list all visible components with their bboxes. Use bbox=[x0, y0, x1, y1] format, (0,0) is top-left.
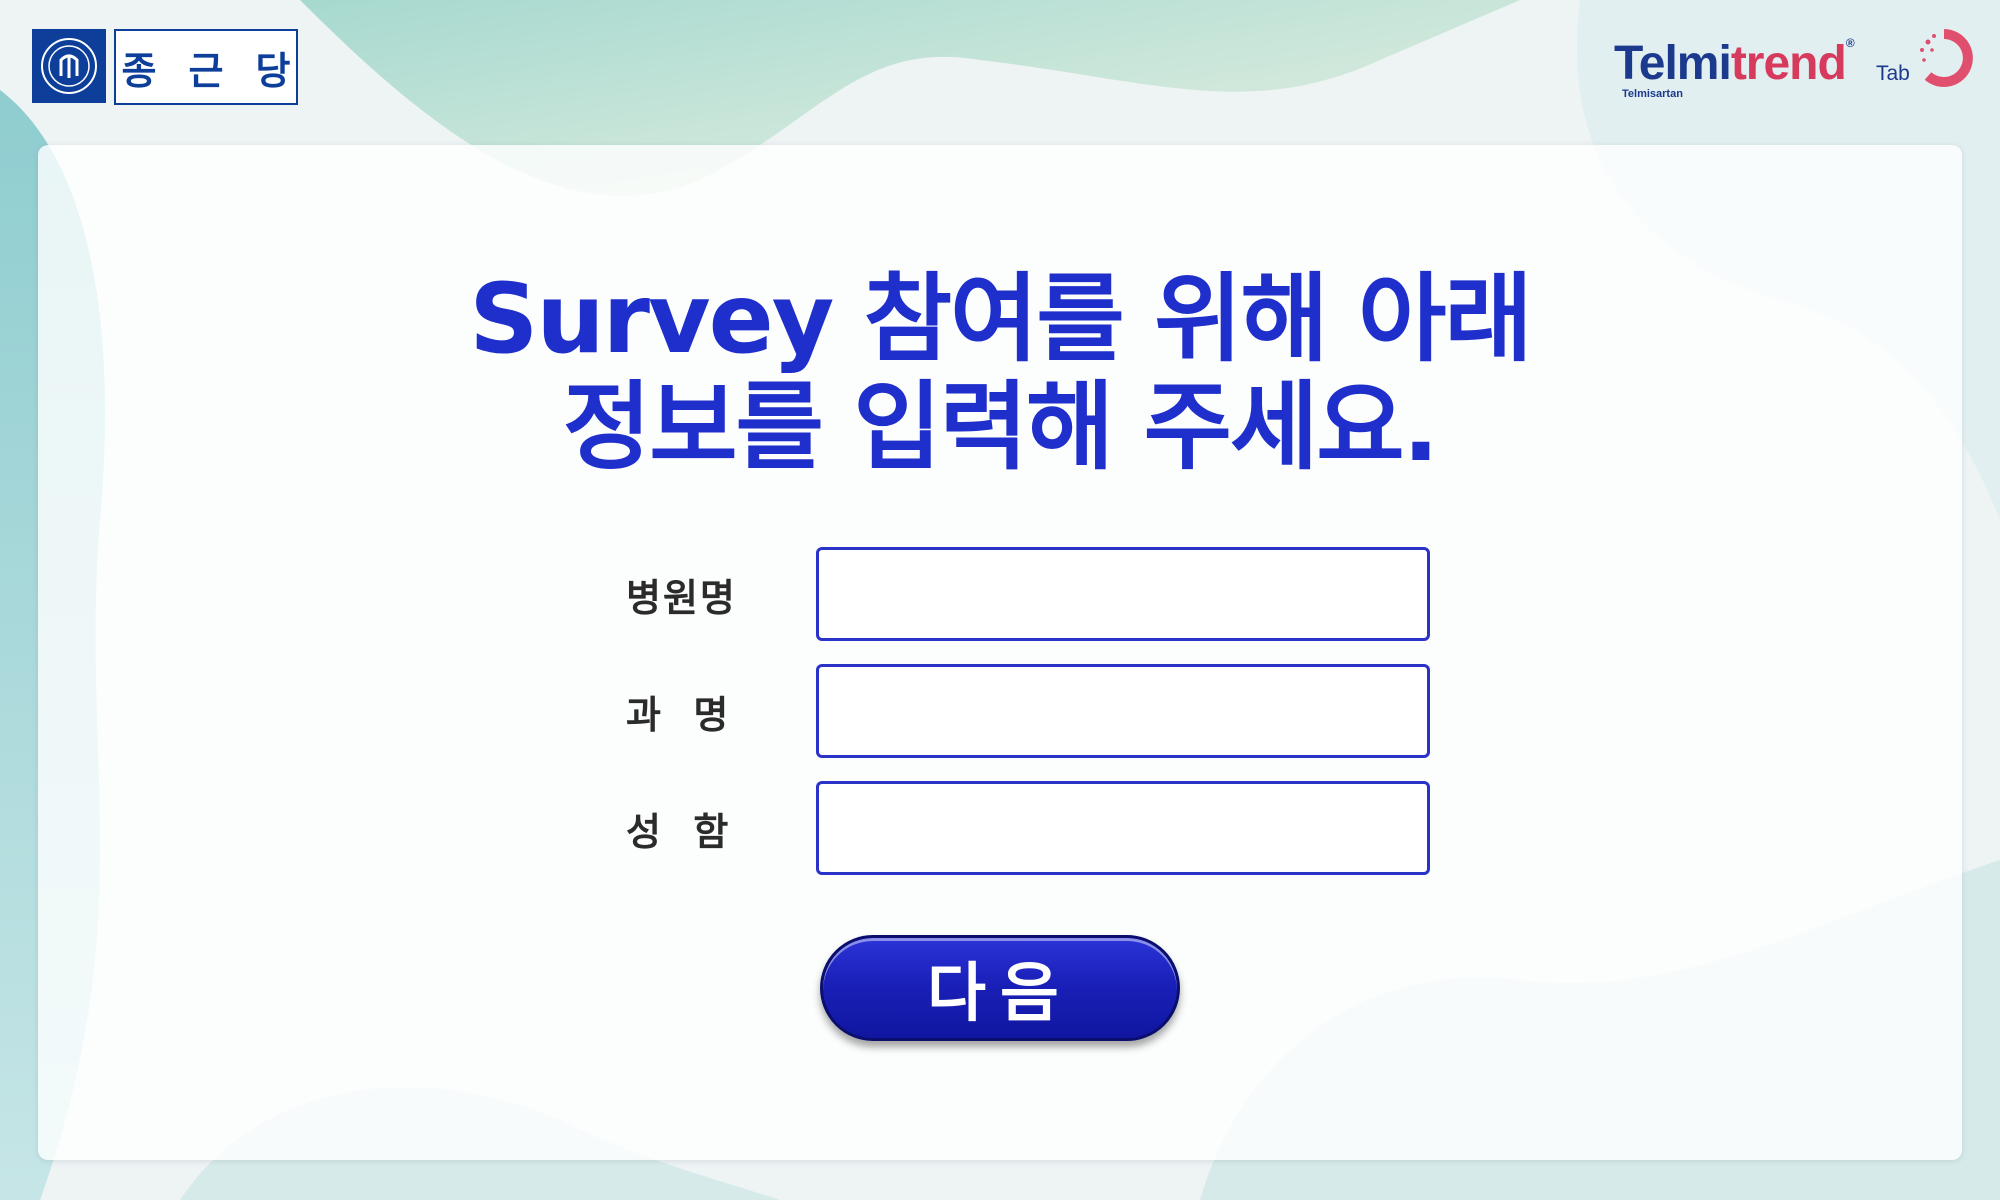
next-button[interactable]: 다음 bbox=[820, 935, 1180, 1041]
company-wordmark-char: 종 bbox=[121, 48, 157, 93]
product-name-part1: Telmi bbox=[1614, 37, 1732, 90]
product-form: Tab bbox=[1876, 62, 1910, 85]
department-row: 과 명 bbox=[626, 664, 1430, 758]
registered-mark: ® bbox=[1845, 36, 1855, 50]
company-logo: 종 근 당 bbox=[32, 29, 298, 105]
name-input[interactable] bbox=[816, 781, 1430, 875]
company-wordmark: 종 근 당 bbox=[114, 29, 298, 105]
title-line-2: 정보를 입력해 주세요. bbox=[562, 371, 1439, 483]
survey-form-card: Survey 참여를 위해 아래 정보를 입력해 주세요. 병원명 과 명 성 … bbox=[38, 145, 1962, 1160]
hospital-name-input[interactable] bbox=[816, 547, 1430, 641]
company-wordmark-char: 근 bbox=[188, 48, 224, 93]
company-wordmark-char: 당 bbox=[255, 48, 291, 93]
company-seal-icon bbox=[32, 29, 106, 103]
name-label: 성 함 bbox=[626, 809, 731, 854]
page-title: Survey 참여를 위해 아래 정보를 입력해 주세요. bbox=[38, 265, 1962, 481]
department-input[interactable] bbox=[816, 664, 1430, 758]
product-name-part2: trend bbox=[1730, 37, 1847, 90]
brand-dots-icon bbox=[1920, 29, 1973, 87]
hospital-name-label: 병원명 bbox=[626, 575, 737, 620]
product-generic: Telmisartan bbox=[1622, 88, 1683, 100]
product-logo: Telmitrend® Tab Telmisartan bbox=[1614, 28, 1984, 108]
title-line-1: Survey 참여를 위해 아래 bbox=[469, 263, 1533, 375]
department-label: 과 명 bbox=[626, 692, 731, 737]
hospital-name-row: 병원명 bbox=[626, 547, 1430, 641]
product-name: Telmitrend® bbox=[1614, 36, 1855, 91]
name-row: 성 함 bbox=[626, 781, 1430, 875]
